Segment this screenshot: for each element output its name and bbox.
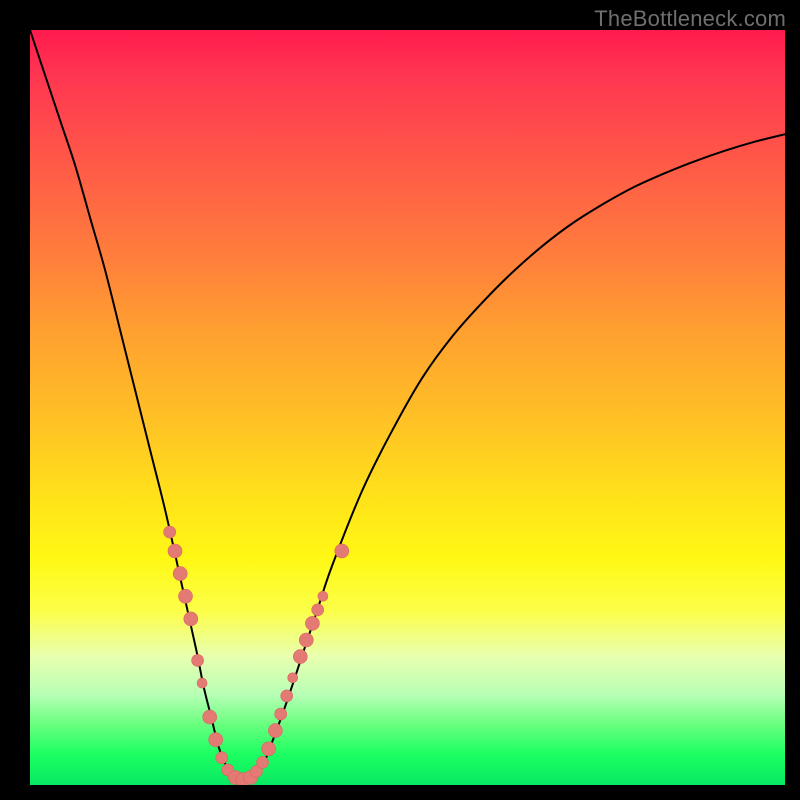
data-point [288, 673, 298, 683]
data-point [179, 589, 193, 603]
data-point [209, 733, 223, 747]
data-point [281, 690, 293, 702]
data-point [168, 544, 182, 558]
data-point [293, 650, 307, 664]
data-point [335, 544, 349, 558]
data-point [184, 612, 198, 626]
data-point [299, 633, 313, 647]
chart-svg [30, 30, 785, 785]
data-points-group [164, 526, 349, 785]
bottleneck-curve [30, 30, 785, 780]
data-point [318, 591, 328, 601]
data-point [312, 604, 324, 616]
data-point [262, 742, 276, 756]
data-point [305, 616, 319, 630]
data-point [197, 678, 207, 688]
plot-area [30, 30, 785, 785]
data-point [203, 710, 217, 724]
data-point [192, 654, 204, 666]
data-point [275, 708, 287, 720]
data-point [173, 567, 187, 581]
data-point [268, 724, 282, 738]
watermark-text: TheBottleneck.com [594, 6, 786, 32]
data-point [216, 752, 228, 764]
chart-frame: TheBottleneck.com [0, 0, 800, 800]
data-point [257, 756, 269, 768]
data-point [164, 526, 176, 538]
